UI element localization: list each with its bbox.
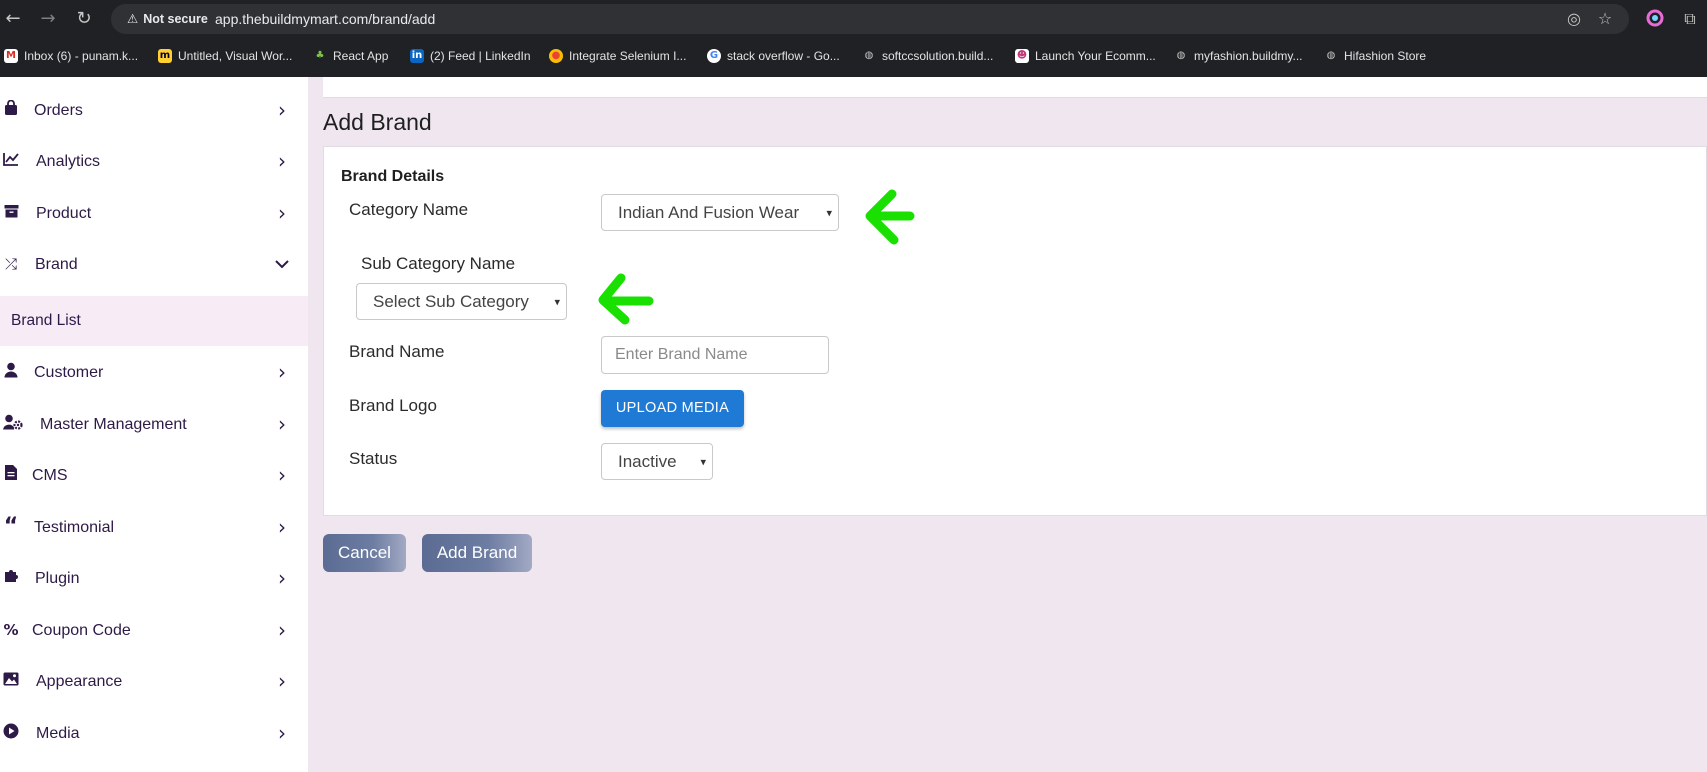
status-label: Status (349, 449, 398, 468)
sidebar-item-customer[interactable]: Customer › (0, 349, 308, 397)
star-icon[interactable]: ☆ (1595, 9, 1615, 29)
chevron-right-icon: › (278, 201, 286, 225)
sidebar-item-analytics[interactable]: Analytics › (0, 138, 308, 186)
security-indicator[interactable]: ⚠ Not secure (119, 9, 216, 29)
image-icon (2, 671, 20, 691)
shuffle-icon: ⤮ (4, 255, 17, 273)
line-chart-icon (2, 151, 20, 171)
archive-box-icon (2, 203, 20, 223)
chevron-right-icon: › (278, 618, 286, 642)
chevron-right-icon: › (278, 463, 286, 487)
miro-icon: m (158, 49, 172, 63)
chevron-down-icon: ▾ (826, 206, 832, 219)
chevron-right-icon: › (278, 669, 286, 693)
sidebar-subitem-brand-list[interactable]: Brand List (0, 296, 308, 346)
brand-name-input[interactable] (601, 336, 829, 374)
bookmark-item[interactable]: M Inbox (6) - punam.k... (4, 47, 138, 65)
sidebar-item-cms[interactable]: CMS › (0, 452, 308, 500)
bookmark-item[interactable]: in (2) Feed | LinkedIn (410, 47, 531, 65)
chevron-right-icon: › (278, 360, 286, 384)
chevron-right-icon: › (278, 566, 286, 590)
category-select[interactable]: Indian And Fusion Wear ▾ (601, 194, 839, 231)
bookmark-item[interactable]: Gstack overflow - Go... (707, 47, 840, 65)
browser-toolbar: ← → ↻ ⚠ Not secure app.thebuildmymart.com… (0, 0, 1707, 38)
puzzle-extensions-icon[interactable]: ⧉ (1680, 9, 1700, 29)
back-arrow-icon[interactable]: ← (1, 7, 25, 31)
bookmark-item[interactable]: m Untitled, Visual Wor... (158, 47, 292, 65)
globe-icon: ◍ (864, 50, 874, 61)
sub-category-name-label: Sub Category Name (361, 254, 516, 273)
status-select[interactable]: Inactive ▾ (601, 443, 713, 480)
section-title: Brand Details (341, 168, 445, 185)
chevron-right-icon: › (278, 721, 286, 745)
sidebar-item-appearance[interactable]: Appearance › (0, 658, 308, 706)
brand-details-card (323, 146, 1707, 516)
percent-icon: % (3, 621, 19, 639)
bookmark-item[interactable]: ◍ softccsolution.build... (862, 47, 994, 65)
shopping-bag-icon (2, 99, 20, 120)
annotation-arrow-icon (865, 189, 915, 245)
chevron-right-icon: › (278, 98, 286, 122)
chrome-icon: ● (549, 49, 563, 63)
category-name-label: Category Name (349, 200, 469, 219)
bookmarks-bar: M Inbox (6) - punam.k... m Untitled, Visua… (0, 40, 1707, 72)
globe-icon: ◍ (1326, 50, 1336, 61)
globe-icon: ◍ (1176, 50, 1186, 61)
warning-icon: ⚠ (127, 11, 139, 26)
brand-name-label: Brand Name (349, 342, 445, 361)
bookmark-item[interactable]: ◍ myfashion.buildmy... (1174, 47, 1303, 65)
chevron-down-icon (272, 253, 292, 275)
sidebar-item-master-management[interactable]: Master Management › (0, 401, 308, 449)
sidebar-item-coupon-code[interactable]: % Coupon Code › (0, 607, 308, 655)
bookmark-item[interactable]: ♣ React App (313, 47, 389, 65)
sidebar: Orders › Analytics › Product › ⤮ Brand B… (0, 77, 308, 772)
annotation-arrow-icon (598, 273, 654, 325)
bookmark-item[interactable]: ◍ Hifashion Store (1324, 47, 1426, 65)
user-gear-icon (2, 414, 24, 434)
reload-icon[interactable]: ↻ (72, 7, 96, 31)
store-icon: ☻ (1015, 49, 1029, 63)
linkedin-icon: in (410, 49, 424, 63)
sidebar-item-brand[interactable]: ⤮ Brand (0, 241, 308, 289)
leaf-icon: ♣ (315, 50, 325, 61)
cancel-button[interactable]: Cancel (323, 534, 406, 572)
bookmark-item[interactable]: ● Integrate Selenium I... (549, 47, 686, 65)
brand-logo-label: Brand Logo (349, 396, 437, 415)
sub-category-select[interactable]: Select Sub Category ▾ (356, 283, 567, 320)
chevron-right-icon: › (278, 412, 286, 436)
google-icon: G (707, 49, 721, 63)
sidebar-item-product[interactable]: Product › (0, 190, 308, 238)
url-text[interactable]: app.thebuildmymart.com/brand/add (215, 10, 435, 28)
document-icon (2, 465, 20, 485)
chevron-down-icon: ▾ (554, 295, 560, 308)
quote-icon: “ (3, 514, 19, 539)
browser-chrome: ← → ↻ ⚠ Not secure app.thebuildmymart.com… (0, 0, 1707, 77)
sidebar-item-plugin[interactable]: Plugin › (0, 555, 308, 603)
user-icon (2, 362, 20, 382)
sidebar-item-media[interactable]: Media › (0, 710, 308, 758)
play-circle-icon (2, 723, 20, 743)
extension-icon[interactable] (1645, 9, 1665, 29)
page-title: Add Brand (323, 109, 432, 135)
chevron-right-icon: › (278, 149, 286, 173)
chevron-right-icon: › (278, 515, 286, 539)
eye-off-icon[interactable]: ◎ (1564, 9, 1584, 29)
chevron-down-icon: ▾ (700, 455, 706, 468)
sidebar-item-orders[interactable]: Orders › (0, 87, 308, 135)
address-bar[interactable]: ⚠ Not secure app.thebuildmymart.com/brand… (111, 4, 1629, 34)
gmail-icon: M (4, 49, 18, 63)
forward-arrow-icon[interactable]: → (36, 7, 60, 31)
add-brand-button[interactable]: Add Brand (422, 534, 532, 572)
sidebar-item-testimonial[interactable]: “ Testimonial › (0, 504, 308, 552)
puzzle-icon (2, 568, 20, 588)
bookmark-item[interactable]: ☻ Launch Your Ecomm... (1015, 47, 1156, 65)
top-card (323, 77, 1707, 98)
upload-media-button[interactable]: UPLOAD MEDIA (601, 390, 744, 427)
